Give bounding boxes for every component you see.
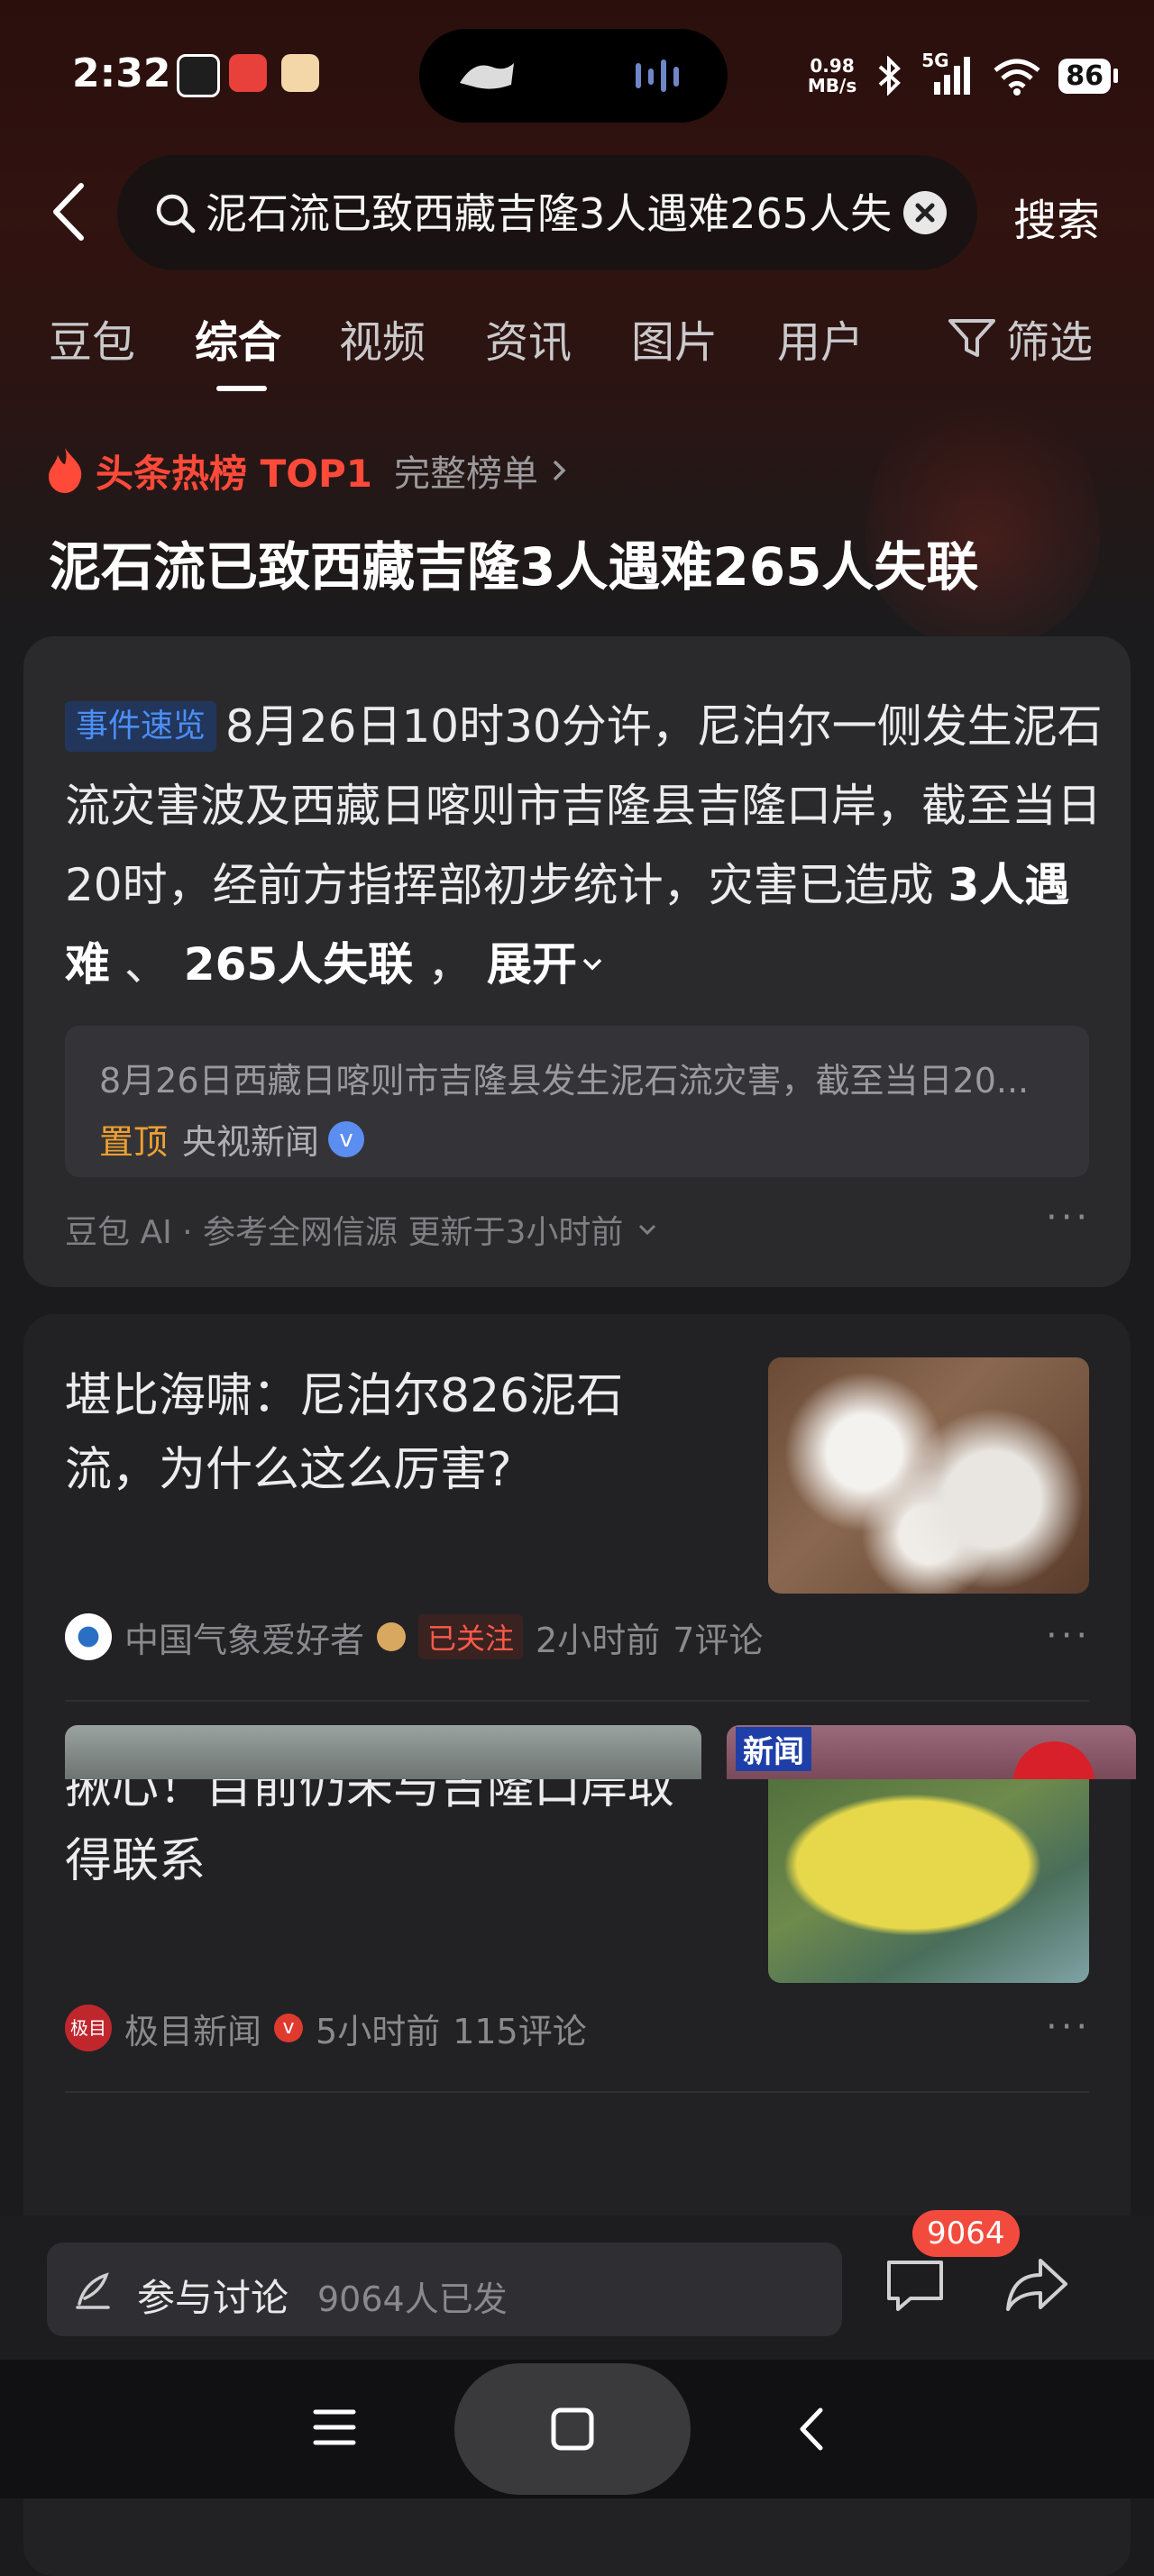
source-name: 央视新闻 (182, 1122, 320, 1162)
comment-count: 115评论 (453, 2011, 587, 2051)
news-thumbnail[interactable] (768, 1357, 1089, 1594)
hot-rank-row[interactable]: 头条热榜 TOP1 完整榜单 (45, 443, 572, 498)
toutiao-app-icon (281, 54, 319, 92)
bottom-action-bar: 参与讨论 9064人已发 9064 (0, 2210, 1154, 2360)
dynamic-island (419, 29, 728, 123)
system-nav-bar (0, 2360, 1154, 2498)
category-tabs: 豆包 综合 视频 资讯 图片 用户 筛选 (0, 306, 1154, 397)
divider (65, 1700, 1089, 1702)
audio-wave-icon (636, 59, 679, 92)
expand-button[interactable]: 展开 (487, 938, 608, 991)
status-right: 0.98 MB/s 5G 86 (808, 49, 1118, 103)
summary-text: 事件速览 8月26日10时30分许，尼泊尔一侧发生泥石流灾害波及西藏日喀则市吉隆县… (65, 687, 1111, 1004)
network-speed: 0.98 MB/s (807, 55, 857, 96)
pen-icon (76, 2272, 110, 2309)
more-options-icon[interactable]: ··· (1046, 1615, 1091, 1657)
followed-badge[interactable]: 已关注 (418, 1614, 524, 1659)
search-icon (156, 194, 196, 233)
certified-icon (377, 1622, 407, 1651)
chevron-right-icon (553, 460, 566, 481)
qq-app-icon (177, 54, 220, 97)
news-title[interactable]: 堪比海啸：尼泊尔826泥石流，为什么这么厉害? (65, 1359, 714, 1507)
discuss-count: 9064人已发 (317, 2279, 508, 2319)
battery-indicator: 86 (1058, 58, 1118, 94)
source-snippet: 8月26日西藏日喀则市吉隆县发生泥石流灾害，截至当日20... (99, 1061, 1030, 1101)
event-overview-badge: 事件速览 (65, 700, 217, 752)
red-emblem (1013, 1741, 1094, 1779)
game-app-icon (229, 54, 267, 92)
ai-source-line[interactable]: 豆包 AI · 参考全网信源 更新于3小时前 (65, 1206, 661, 1253)
search-submit-button[interactable]: 搜索 (1013, 185, 1100, 248)
flame-icon (49, 448, 82, 493)
author-avatar[interactable]: 极目 (65, 2005, 112, 2051)
clear-search-icon[interactable] (903, 191, 947, 234)
comment-count: 7评论 (673, 1620, 764, 1660)
summary-body: 8月26日10时30分许，尼泊尔一侧发生泥石流灾害波及西藏日喀则市吉隆县吉隆口岸… (65, 700, 1103, 911)
news-meta: 中国气象爱好者 已关注 2小时前 7评论 (65, 1612, 763, 1662)
event-summary-card: 事件速览 8月26日10时30分许，尼泊尔一侧发生泥石流灾害波及西藏日喀则市吉隆县… (23, 636, 1131, 1287)
tab-news[interactable]: 资讯 (485, 306, 572, 370)
author-name[interactable]: 中国气象爱好者 (124, 1612, 364, 1662)
more-options-icon[interactable]: ··· (1046, 1197, 1091, 1238)
author-avatar[interactable] (65, 1613, 112, 1660)
discuss-input[interactable]: 参与讨论 9064人已发 (47, 2243, 842, 2336)
tab-images[interactable]: 图片 (631, 306, 718, 370)
author-name[interactable]: 极目新闻 (124, 2004, 261, 2053)
source-meta: 置顶 央视新闻 v (99, 1114, 365, 1164)
wifi-icon (994, 59, 1040, 96)
comment-count-badge: 9064 (912, 2210, 1020, 2257)
status-time: 2:32 (72, 50, 171, 96)
tab-doubao[interactable]: 豆包 (49, 306, 135, 370)
hot-rank-label: 头条热榜 TOP1 (96, 451, 372, 496)
verified-icon: v (328, 1120, 365, 1157)
share-icon[interactable] (1003, 2255, 1071, 2315)
filter-icon (948, 319, 995, 357)
tab-comprehensive[interactable]: 综合 (195, 306, 281, 370)
filter-button[interactable]: 筛选 (947, 306, 1093, 370)
home-square-icon (551, 2407, 594, 2451)
tab-video[interactable]: 视频 (339, 306, 426, 370)
tab-users[interactable]: 用户 (777, 306, 864, 370)
search-query-text[interactable]: 泥石流已致西藏吉隆3人遇难265人失联 (206, 182, 891, 245)
divider (65, 2091, 1089, 2093)
full-list-link[interactable]: 完整榜单 (394, 444, 538, 497)
comment-icon[interactable] (884, 2253, 947, 2316)
news-image-right[interactable]: 新闻 (727, 1725, 1136, 1779)
verified-icon: v (274, 2014, 304, 2042)
bluetooth-icon (878, 56, 902, 96)
active-tab-underline (216, 386, 267, 391)
hot-headline[interactable]: 泥石流已致西藏吉隆3人遇难265人失联 (49, 525, 978, 600)
home-button[interactable] (454, 2363, 691, 2495)
news-image-left[interactable] (65, 1725, 701, 1779)
music-cover-icon (460, 63, 514, 89)
news-thumbnail[interactable] (768, 1747, 1089, 1983)
summary-comma: ， (413, 938, 473, 991)
summary-highlight-missing: 265人失联 (183, 938, 414, 991)
more-options-icon[interactable]: ··· (1046, 2006, 1091, 2048)
news-time: 2小时前 (536, 1620, 661, 1660)
pinned-source-box[interactable]: 8月26日西藏日喀则市吉隆县发生泥石流灾害，截至当日20... 置顶 央视新闻 … (65, 1026, 1089, 1177)
back-arrow-icon[interactable] (45, 180, 96, 243)
news-time: 5小时前 (316, 2011, 441, 2051)
menu-icon[interactable] (312, 2407, 357, 2448)
chevron-down-icon (582, 958, 602, 971)
summary-separator: 、 (110, 938, 184, 991)
news-meta: 极目 极目新闻 v 5小时前 115评论 (65, 2003, 587, 2053)
status-bar: 2:32 0.98 MB/s 5G 86 (0, 0, 1154, 153)
chevron-down-icon (638, 1224, 655, 1236)
filter-label: 筛选 (1006, 317, 1094, 368)
cellular-signal-icon: 5G (921, 50, 975, 96)
pinned-label: 置顶 (99, 1122, 169, 1162)
discuss-label: 参与讨论 (137, 2276, 289, 2320)
news-tag: 新闻 (736, 1727, 811, 1771)
nav-back-icon[interactable] (793, 2405, 829, 2453)
search-input[interactable]: 泥石流已致西藏吉隆3人遇难265人失联 (117, 155, 977, 270)
